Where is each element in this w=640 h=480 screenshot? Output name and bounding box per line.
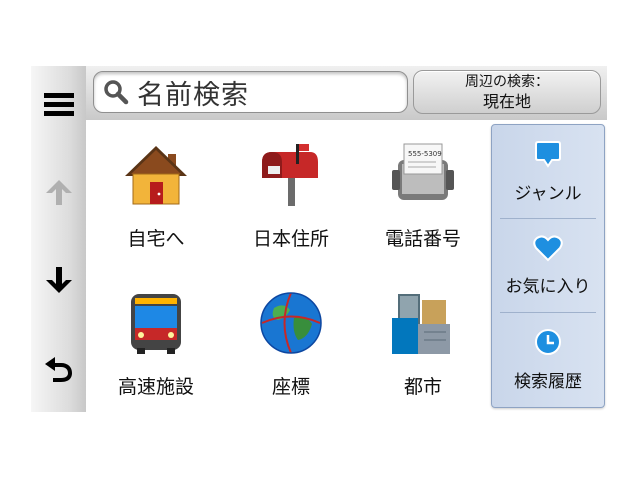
rolodex-icon: 555-5309 bbox=[388, 140, 458, 210]
tile-go-home[interactable]: 自宅へ bbox=[90, 128, 222, 258]
tile-label: 都市 bbox=[403, 376, 442, 398]
tile-phone-number[interactable]: 555-5309 電話番号 bbox=[357, 128, 489, 258]
tile-label: 高速施設 bbox=[117, 376, 194, 398]
top-bar: 名前検索 周辺の検索： 現在地 bbox=[86, 66, 607, 120]
favorites-button[interactable]: お気に入り bbox=[492, 219, 604, 312]
scroll-down-button[interactable] bbox=[31, 252, 86, 312]
chat-pin-icon bbox=[533, 139, 563, 173]
city-icon bbox=[388, 288, 458, 358]
back-button[interactable] bbox=[31, 340, 86, 400]
tile-japan-address[interactable]: 日本住所 bbox=[225, 128, 357, 258]
clock-icon bbox=[533, 327, 563, 361]
search-history-button[interactable]: 検索履歴 bbox=[492, 313, 604, 406]
tile-label: 自宅へ bbox=[127, 228, 185, 250]
search-icon bbox=[103, 79, 129, 105]
home-icon bbox=[121, 140, 191, 210]
tile-label: 日本住所 bbox=[252, 228, 329, 250]
menu-button[interactable] bbox=[31, 76, 86, 136]
scroll-up-button[interactable] bbox=[31, 164, 86, 224]
globe-icon bbox=[256, 288, 326, 358]
mailbox-icon bbox=[256, 140, 326, 210]
name-search-field[interactable]: 名前検索 bbox=[93, 71, 408, 113]
name-search-label: 名前検索 bbox=[137, 79, 249, 111]
tile-city[interactable]: 都市 bbox=[357, 276, 489, 406]
bus-icon bbox=[121, 288, 191, 358]
left-toolbar bbox=[31, 66, 86, 412]
heart-icon bbox=[533, 234, 563, 266]
svg-text:555-5309: 555-5309 bbox=[408, 150, 442, 158]
tile-highway-facilities[interactable]: 高速施設 bbox=[90, 276, 222, 406]
arrow-down-icon bbox=[44, 265, 74, 299]
tile-label: 電話番号 bbox=[384, 228, 461, 250]
back-icon bbox=[43, 353, 75, 387]
arrow-up-icon bbox=[44, 177, 74, 211]
search-screen: 名前検索 周辺の検索： 現在地 自宅へ 日本住所 555-5309 電話番号 高… bbox=[31, 66, 607, 412]
search-near-button[interactable]: 周辺の検索： 現在地 bbox=[413, 70, 601, 114]
tile-label: 座標 bbox=[271, 376, 310, 398]
tile-coordinates[interactable]: 座標 bbox=[225, 276, 357, 406]
search-near-value: 現在地 bbox=[482, 92, 531, 111]
search-near-label: 周辺の検索： bbox=[465, 74, 549, 90]
genre-button[interactable]: ジャンル bbox=[492, 125, 604, 218]
right-panel: ジャンル お気に入り 検索履歴 bbox=[491, 124, 605, 408]
search-history-label: 検索履歴 bbox=[514, 372, 582, 392]
menu-icon bbox=[43, 91, 74, 121]
genre-label: ジャンル bbox=[514, 184, 582, 204]
favorites-label: お気に入り bbox=[505, 277, 591, 297]
